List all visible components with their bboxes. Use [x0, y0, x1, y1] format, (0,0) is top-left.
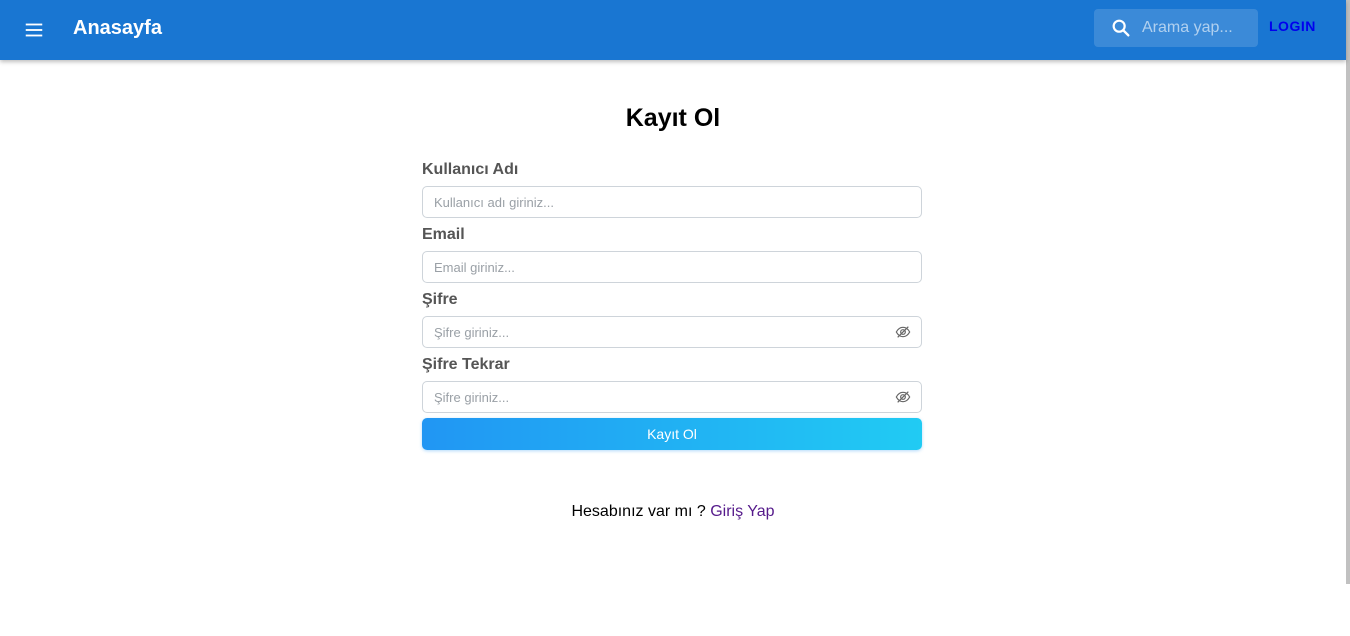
password-repeat-field-wrapper	[422, 381, 922, 413]
menu-button[interactable]	[14, 10, 54, 50]
menu-icon	[25, 23, 43, 37]
login-prompt: Hesabınız var mı ? Giriş Yap	[0, 502, 1346, 522]
app-bar: Anasayfa LOGIN	[0, 0, 1346, 60]
search-input[interactable]	[1142, 9, 1252, 47]
page-title: Kayıt Ol	[625, 104, 721, 132]
login-link-footer[interactable]: Giriş Yap	[710, 503, 774, 520]
password-label: Şifre	[422, 291, 458, 308]
password-repeat-input[interactable]	[434, 382, 884, 412]
username-input[interactable]	[434, 187, 884, 217]
eye-off-icon[interactable]	[895, 324, 911, 340]
login-prompt-text: Hesabınız var mı ?	[571, 503, 706, 520]
eye-off-icon[interactable]	[895, 389, 911, 405]
email-field-wrapper	[422, 251, 922, 283]
email-label: Email	[422, 226, 465, 243]
scrollbar[interactable]	[1346, 0, 1350, 584]
email-input[interactable]	[434, 252, 884, 282]
register-button[interactable]: Kayıt Ol	[422, 418, 922, 450]
search-box[interactable]	[1094, 9, 1258, 47]
login-link[interactable]: LOGIN	[1269, 18, 1316, 34]
username-label: Kullanıcı Adı	[422, 161, 519, 178]
app-title[interactable]: Anasayfa	[73, 15, 162, 41]
username-field-wrapper	[422, 186, 922, 218]
search-icon	[1112, 19, 1130, 37]
password-repeat-label: Şifre Tekrar	[422, 356, 510, 373]
password-field-wrapper	[422, 316, 922, 348]
password-input[interactable]	[434, 317, 884, 347]
